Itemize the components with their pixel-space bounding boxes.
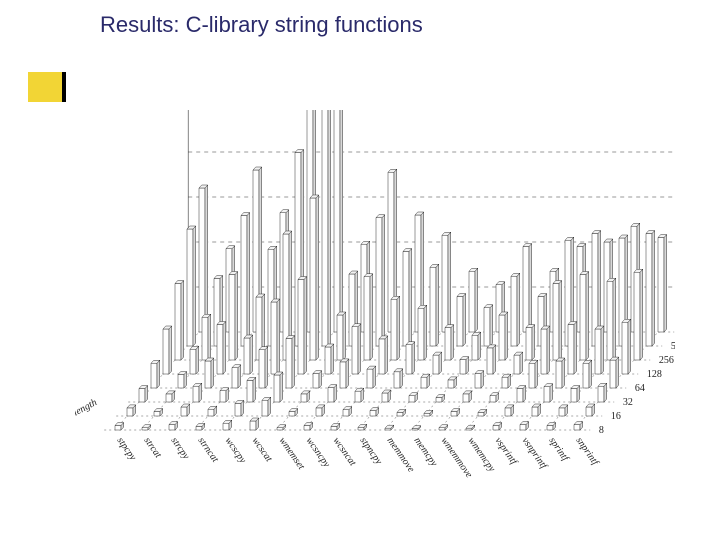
accent-rule <box>62 72 66 102</box>
svg-text:stpncpy: stpncpy <box>358 435 385 467</box>
svg-text:vsprintf: vsprintf <box>493 435 520 467</box>
svg-text:stpcpy: stpcpy <box>115 435 139 463</box>
svg-text:strcpy: strcpy <box>169 435 192 461</box>
svg-text:256: 256 <box>659 355 674 366</box>
svg-text:wcsncat: wcsncat <box>331 435 359 468</box>
svg-text:64: 64 <box>635 383 645 394</box>
svg-text:8: 8 <box>599 425 604 436</box>
svg-text:snprintf: snprintf <box>574 435 602 468</box>
svg-text:wcscat: wcscat <box>250 435 275 464</box>
svg-text:sprintf: sprintf <box>547 435 572 464</box>
svg-text:string length: string length <box>75 397 99 431</box>
svg-text:32: 32 <box>623 397 633 408</box>
svg-text:strcat: strcat <box>142 435 164 460</box>
accent-bar <box>28 72 62 102</box>
svg-text:wcsncpy: wcsncpy <box>304 435 333 470</box>
svg-text:wcscpy: wcscpy <box>223 435 249 465</box>
svg-text:512: 512 <box>671 341 675 352</box>
svg-text:wmemset: wmemset <box>277 435 307 472</box>
svg-text:memcpy: memcpy <box>412 435 440 469</box>
svg-text:strncat: strncat <box>196 435 221 464</box>
chart-svg: 100200300400500% overheadstpcpystrcatstr… <box>75 110 675 500</box>
slide: Results: C-library string functions 1002… <box>0 0 720 540</box>
svg-text:vsnprintf: vsnprintf <box>520 435 550 471</box>
svg-text:16: 16 <box>611 411 621 422</box>
page-title: Results: C-library string functions <box>100 12 423 38</box>
overhead-3d-chart: 100200300400500% overheadstpcpystrcatstr… <box>75 110 675 500</box>
svg-text:128: 128 <box>647 369 662 380</box>
